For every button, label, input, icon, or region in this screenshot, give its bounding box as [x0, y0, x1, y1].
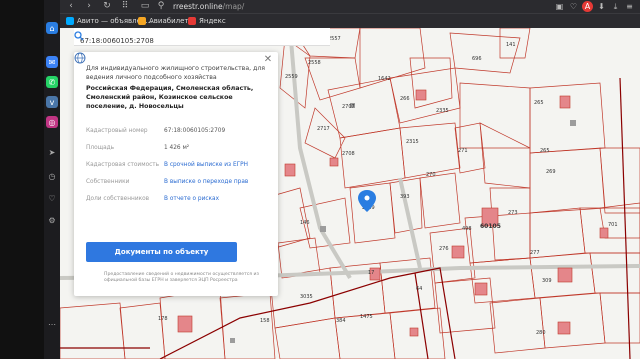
info-row-cadastral-number: Кадастровый номер 67:18:0060105:2709: [86, 126, 271, 136]
extensions-icon[interactable]: ⬇: [596, 1, 607, 12]
search-bar: [74, 28, 330, 50]
map-label: 393: [400, 194, 410, 200]
map-label: 2335: [436, 108, 449, 114]
row-key: Кадастровая стоимость: [86, 162, 160, 168]
map-label: 1475: [360, 314, 373, 320]
info-row-owner-shares: Доли собственников В отчете о рисках: [86, 194, 271, 204]
info-row-owners: Собственники В выписке о переходе прав: [86, 177, 271, 187]
bookmark-label: Яндекс: [199, 17, 226, 25]
map-label: 178: [158, 316, 168, 322]
apps-button[interactable]: ⠿: [120, 0, 130, 13]
map-label: 265: [534, 100, 544, 106]
browser-toolbar: ‹ › ↻ ⠿ ▭ ⚲ rreestr.online/map/ ▣ ♡ A ⬇ …: [60, 0, 640, 13]
map-label: 273: [508, 210, 518, 216]
url-path: /map/: [222, 2, 245, 11]
screenshot-frame: ⌂ ✉ ✆ v ◎ ➤ ◷ ♡ ⚙ ⋯ ‹ › ↻ ⠿ ▭ ⚲ rreestr.…: [0, 0, 640, 359]
reload-button[interactable]: ↻: [102, 0, 112, 13]
map-label: 280: [536, 330, 546, 336]
whatsapp-icon[interactable]: ✆: [46, 76, 58, 88]
send-icon[interactable]: ➤: [46, 146, 58, 158]
cadastral-map[interactable]: 2557 2558 2559 1642 141 696 265 2707 233…: [60, 28, 640, 359]
vk-icon[interactable]: v: [46, 96, 58, 108]
parcel-address: Российская Федерация, Смоленская область…: [86, 85, 254, 110]
map-label: 141: [506, 42, 516, 48]
owners-link[interactable]: В выписке о переходе прав: [164, 177, 248, 187]
plane-icon: [138, 17, 146, 25]
avito-icon: [66, 17, 74, 25]
forward-button[interactable]: ›: [84, 0, 94, 13]
map-label: 269: [546, 169, 556, 175]
clock-icon[interactable]: ◷: [46, 170, 58, 182]
yandex-icon: [188, 17, 196, 25]
address-bar[interactable]: rreestr.online/map/: [173, 1, 244, 12]
download-icon[interactable]: ⤓: [610, 1, 621, 12]
home-icon[interactable]: ⌂: [46, 22, 58, 34]
map-label: 384: [336, 318, 346, 324]
registry-disclaimer: Предоставление сведений о недвижимости о…: [104, 272, 259, 283]
settings-icon[interactable]: ⚙: [46, 214, 58, 226]
map-label: 2558: [308, 60, 321, 66]
row-key: Кадастровый номер: [86, 128, 148, 134]
map-label: 158: [260, 318, 270, 324]
map-label: 276: [439, 246, 449, 252]
map-label: 266: [400, 96, 410, 102]
bookmark-icon[interactable]: ▭: [140, 0, 150, 13]
bookmark-yandex[interactable]: Яндекс: [188, 15, 226, 27]
map-label: 2559: [285, 74, 298, 80]
cadastral-value-link[interactable]: В срочной выписке из ЕГРН: [164, 160, 248, 170]
row-key: Собственники: [86, 179, 130, 185]
map-label: 696: [472, 56, 482, 62]
url-domain: rreestr.online: [173, 2, 223, 11]
bookmark-aviabilety[interactable]: Авиабилеты: [138, 15, 194, 27]
browser-sidebar: ⌂ ✉ ✆ v ◎ ➤ ◷ ♡ ⚙ ⋯: [44, 0, 60, 359]
map-label: 17: [368, 270, 374, 276]
documents-button[interactable]: Документы по объекту: [86, 242, 237, 262]
parcel-usage-description: Для индивидуального жилищного строительс…: [86, 65, 265, 81]
map-label: 701: [608, 222, 618, 228]
row-value: 67:18:0060105:2709: [164, 128, 226, 134]
map-label: 2707: [342, 104, 355, 110]
search-icon[interactable]: [74, 31, 84, 41]
row-key: Доли собственников: [86, 196, 150, 202]
registry-globe-icon: [74, 52, 86, 64]
map-label: 277: [530, 250, 540, 256]
favorite-icon[interactable]: ♡: [568, 1, 579, 12]
browser-chrome: ‹ › ↻ ⠿ ▭ ⚲ rreestr.online/map/ ▣ ♡ A ⬇ …: [60, 0, 640, 28]
info-row-cadastral-value: Кадастровая стоимость В срочной выписке …: [86, 160, 271, 170]
map-label: 2708: [342, 151, 355, 157]
row-key: Площадь: [86, 145, 115, 151]
map-label: 271: [458, 148, 468, 154]
row-value: 1 426 м²: [164, 145, 190, 151]
bookmarks-bar: Авито — объявлен... Авиабилеты Яндекс: [60, 13, 640, 28]
map-label: 64: [416, 286, 422, 292]
map-label: 270: [426, 172, 436, 178]
map-label: 498: [462, 226, 472, 232]
map-label: 2315: [406, 139, 419, 145]
owner-shares-link[interactable]: В отчете о рисках: [164, 194, 219, 204]
profile-avatar[interactable]: A: [582, 1, 593, 12]
screenshot-icon[interactable]: ▣: [554, 1, 565, 12]
map-label: 146: [300, 220, 310, 226]
map-label: 2717: [317, 126, 330, 132]
location-pin-icon: ⚲: [157, 1, 165, 11]
info-row-area: Площадь 1 426 м²: [86, 143, 271, 153]
cadastral-search-input[interactable]: [74, 32, 294, 50]
map-label: 3035: [300, 294, 313, 300]
messenger-icon[interactable]: ✉: [46, 56, 58, 68]
heart-icon[interactable]: ♡: [46, 192, 58, 204]
back-button[interactable]: ‹: [66, 0, 76, 13]
map-label: 60105: [480, 223, 501, 230]
more-icon[interactable]: ⋯: [46, 318, 58, 330]
desktop-edge: [0, 0, 44, 359]
instagram-icon[interactable]: ◎: [46, 116, 58, 128]
map-label: 309: [542, 278, 552, 284]
map-label: 1642: [378, 76, 391, 82]
map-label: 265: [540, 148, 550, 154]
parcel-info-card: ✕ Для индивидуального жилищного строител…: [74, 52, 278, 296]
close-icon[interactable]: ✕: [263, 55, 273, 65]
menu-icon[interactable]: ≡: [624, 1, 635, 12]
